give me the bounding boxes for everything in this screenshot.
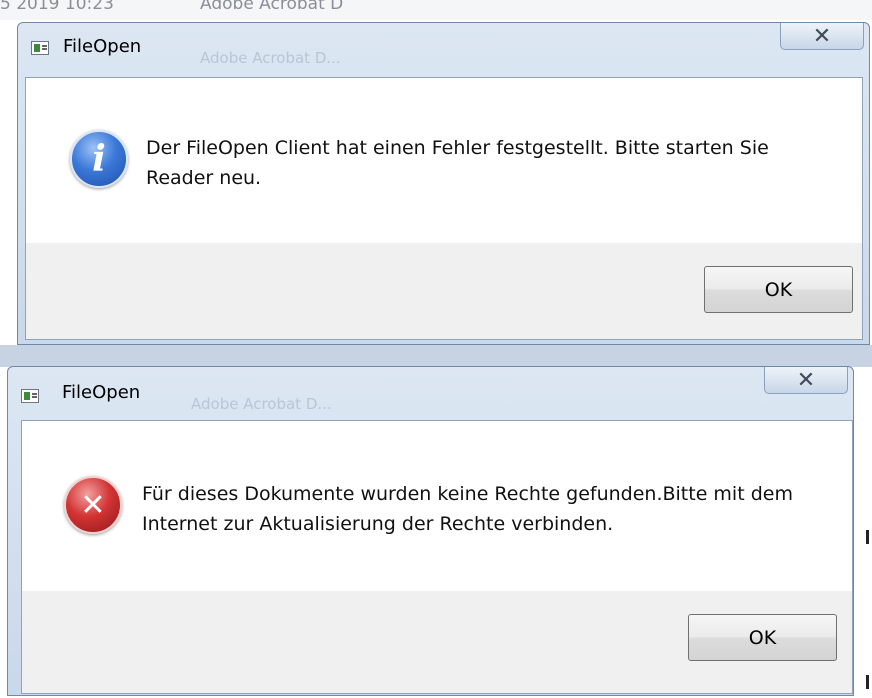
- button-footer: OK: [26, 243, 862, 339]
- background-ghost-text: Adobe Acrobat D...: [191, 395, 332, 413]
- background-app-text: Adobe Acrobat D: [200, 0, 344, 14]
- title-bar[interactable]: FileOpen Adobe Acrobat D... ✕: [8, 367, 853, 413]
- dialog-client-area: i Der FileOpen Client hat einen Fehler f…: [25, 77, 863, 340]
- ok-button[interactable]: OK: [704, 266, 853, 313]
- fileopen-error-dialog: FileOpen Adobe Acrobat D... ✕ ✕ Für dies…: [7, 366, 854, 696]
- background-edge-mark: [866, 530, 869, 544]
- app-icon: [31, 41, 49, 55]
- window-title: FileOpen: [62, 382, 141, 403]
- background-ghost-text: Adobe Acrobat D...: [200, 49, 341, 67]
- error-icon: ✕: [64, 476, 122, 534]
- dialog-client-area: ✕ Für dieses Dokumente wurden keine Rech…: [21, 420, 853, 694]
- background-edge-mark: [866, 675, 869, 689]
- message-text: Der FileOpen Client hat einen Fehler fes…: [146, 137, 769, 189]
- background-window-strip-middle: [0, 345, 872, 367]
- ok-button[interactable]: OK: [688, 614, 837, 661]
- close-icon: ✕: [796, 367, 816, 393]
- fileopen-info-dialog: FileOpen Adobe Acrobat D... ✕ i Der File…: [17, 22, 870, 345]
- close-icon: ✕: [812, 23, 832, 49]
- title-bar[interactable]: FileOpen Adobe Acrobat D... ✕: [18, 23, 869, 67]
- close-button[interactable]: ✕: [780, 23, 864, 50]
- background-window-strip: 5 2019 10:23 Adobe Acrobat D: [0, 0, 872, 20]
- app-icon: [21, 389, 39, 403]
- message-text: Für dieses Dokumente wurden keine Rechte…: [142, 483, 793, 535]
- button-footer: OK: [22, 591, 852, 693]
- close-button[interactable]: ✕: [764, 367, 848, 394]
- window-title: FileOpen: [63, 36, 142, 57]
- background-date-text: 5 2019 10:23: [0, 0, 114, 14]
- information-icon: i: [70, 130, 128, 188]
